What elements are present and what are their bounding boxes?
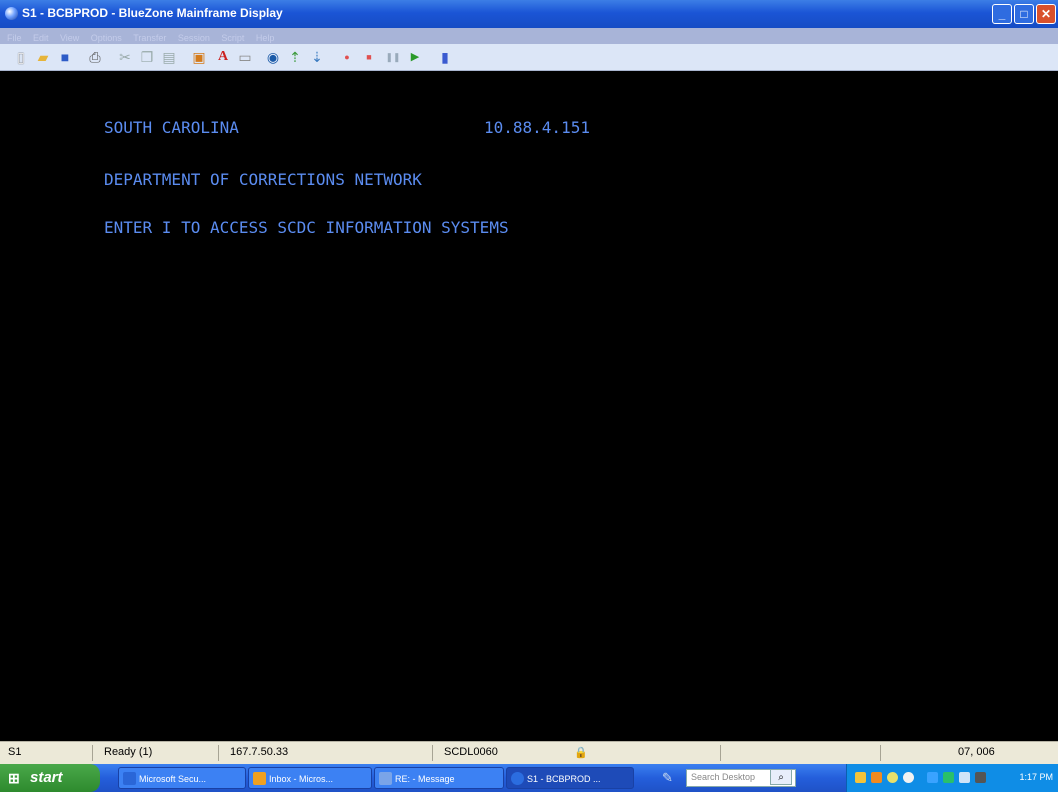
session-icon[interactable]: ▣ <box>190 48 208 66</box>
search-button[interactable]: ⌕ <box>770 769 792 785</box>
outlook-icon <box>253 772 266 785</box>
status-divider <box>218 745 219 761</box>
status-lu: SCDL0060 <box>444 746 498 758</box>
pause-icon[interactable]: ❚❚ <box>384 48 402 66</box>
desktop-search-icon: ✎ <box>662 770 673 785</box>
bluezone-icon <box>511 772 524 785</box>
font-icon[interactable]: A <box>214 48 232 66</box>
windows-flag-icon: ⊞ <box>8 770 20 786</box>
taskbar-item-label: RE: - Message <box>395 774 455 784</box>
status-divider <box>432 745 433 761</box>
maximize-button[interactable]: □ <box>1014 4 1034 24</box>
paste-icon[interactable]: ▤ <box>160 48 178 66</box>
cut-icon[interactable]: ✂ <box>116 48 134 66</box>
taskbar-item-microsoft-security[interactable]: Microsoft Secu... <box>118 767 246 789</box>
script-icon[interactable]: ▮ <box>436 48 454 66</box>
system-tray: 1:17 PM <box>846 764 1058 792</box>
record-icon[interactable]: ● <box>338 48 356 66</box>
tray-icon[interactable] <box>871 772 882 783</box>
play-icon[interactable]: ▶ <box>406 48 424 66</box>
stop-icon[interactable]: ■ <box>360 48 378 66</box>
taskbar-item-message[interactable]: RE: - Message <box>374 767 504 789</box>
app-icon[interactable] <box>5 7 18 20</box>
new-icon[interactable]: ▯ <box>12 48 30 66</box>
copy-icon[interactable]: ❐ <box>138 48 156 66</box>
search-placeholder: Search Desktop <box>691 772 756 782</box>
terminal-line-state: SOUTH CAROLINA <box>104 118 239 137</box>
tray-icon[interactable] <box>975 772 986 783</box>
status-state: Ready (1) <box>104 746 153 758</box>
connect-icon[interactable]: ◉ <box>264 48 282 66</box>
start-label: start <box>30 769 63 786</box>
clock: 1:17 PM <box>1019 772 1053 782</box>
status-divider <box>92 745 93 761</box>
send-icon[interactable]: ⇡ <box>286 48 304 66</box>
display-icon[interactable]: ▭ <box>236 48 254 66</box>
menu-bar: File Edit View Options Transfer Session … <box>0 28 1058 44</box>
tray-icon[interactable] <box>927 772 938 783</box>
taskbar-item-label: S1 - BCBPROD ... <box>527 774 601 784</box>
tray-icon[interactable] <box>855 772 866 783</box>
tray-icon[interactable] <box>887 772 898 783</box>
network-icon[interactable] <box>959 772 970 783</box>
tray-icon[interactable] <box>943 772 954 783</box>
taskbar-item-label: Microsoft Secu... <box>139 774 207 784</box>
terminal-line-prompt: ENTER I TO ACCESS SCDC INFORMATION SYSTE… <box>104 218 509 237</box>
status-bar: S1 Ready (1) 167.7.50.33 SCDL0060 🔒 07, … <box>0 741 1058 764</box>
taskbar-item-bluezone[interactable]: S1 - BCBPROD ... <box>506 767 634 789</box>
window-title: S1 - BCBPROD - BlueZone Mainframe Displa… <box>22 6 283 20</box>
terminal-screen[interactable]: SOUTH CAROLINA 10.88.4.151 DEPARTMENT OF… <box>8 71 1054 738</box>
start-button[interactable]: ⊞ start <box>0 764 100 792</box>
app-icon <box>123 772 136 785</box>
mail-icon <box>379 772 392 785</box>
status-cursor-position: 07, 006 <box>958 746 995 758</box>
receive-icon[interactable]: ⇣ <box>308 48 326 66</box>
print-icon[interactable]: ⎙ <box>86 48 104 66</box>
taskbar-item-label: Inbox - Micros... <box>269 774 334 784</box>
status-divider <box>720 745 721 761</box>
status-divider <box>880 745 881 761</box>
taskbar-item-inbox[interactable]: Inbox - Micros... <box>248 767 372 789</box>
save-icon[interactable]: ■ <box>56 48 74 66</box>
tray-icon[interactable] <box>903 772 914 783</box>
toolbar: ▯ ▰ ■ ⎙ ✂ ❐ ▤ ▣ A ▭ ◉ ⇡ ⇣ ● ■ ❚❚ ▶ ▮ <box>0 44 1058 71</box>
taskbar: ⊞ start Microsoft Secu... Inbox - Micros… <box>0 764 1058 792</box>
terminal-host-ip: 10.88.4.151 <box>484 118 590 137</box>
lock-icon: 🔒 <box>574 747 588 759</box>
title-bar: S1 - BCBPROD - BlueZone Mainframe Displa… <box>0 0 1058 28</box>
open-icon[interactable]: ▰ <box>34 48 52 66</box>
status-ip: 167.7.50.33 <box>230 746 289 758</box>
terminal-line-network: DEPARTMENT OF CORRECTIONS NETWORK <box>104 170 422 189</box>
minimize-button[interactable]: _ <box>992 4 1012 24</box>
close-button[interactable]: ✕ <box>1036 4 1056 24</box>
status-session: S1 <box>8 746 22 758</box>
